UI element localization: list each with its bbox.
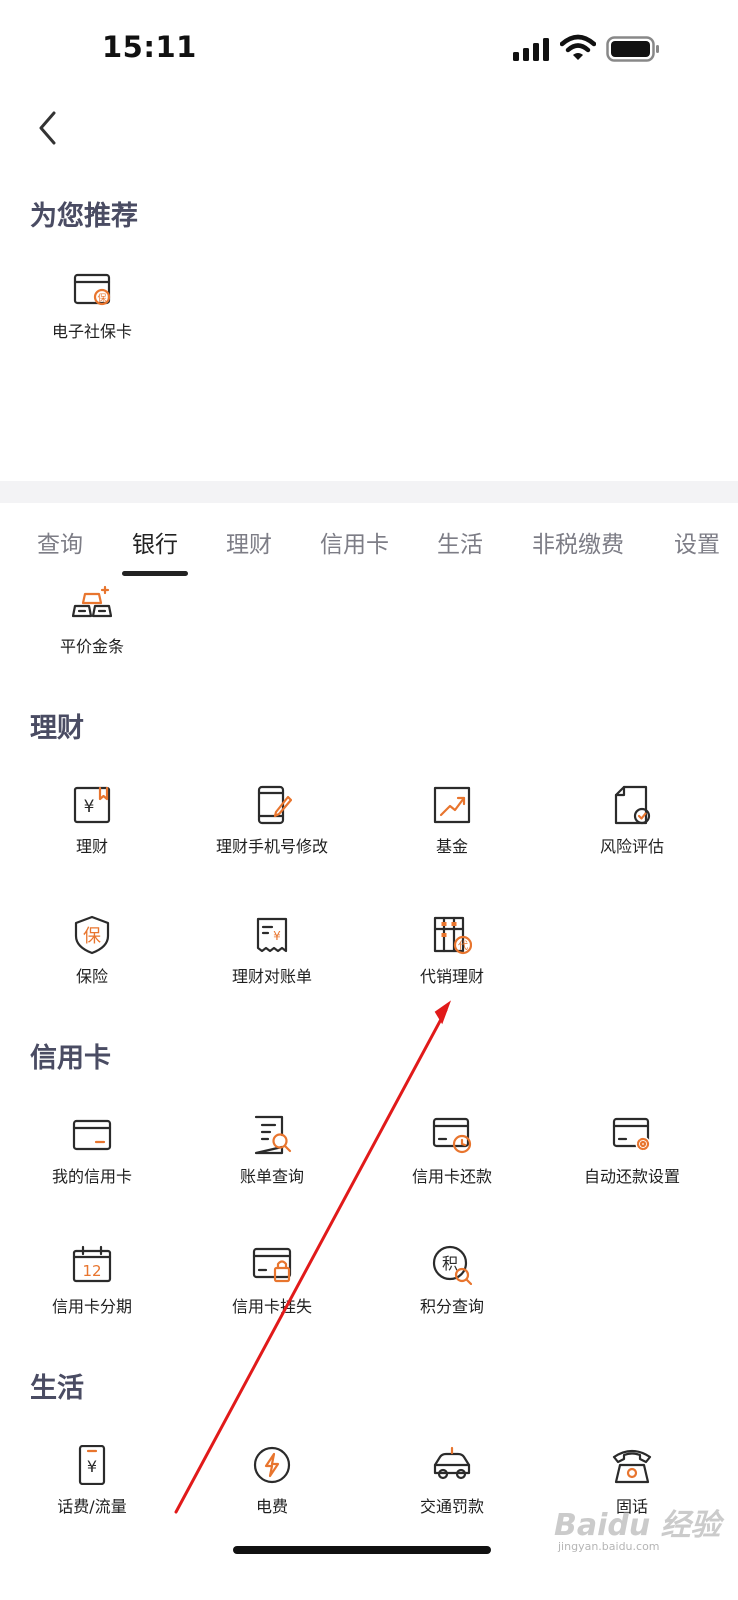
grid-item-label: 平价金条 bbox=[59, 637, 124, 656]
grid-item-label: 信用卡还款 bbox=[411, 1167, 492, 1186]
section-title-wealth: 理财 bbox=[30, 713, 84, 744]
battery-icon bbox=[606, 36, 659, 62]
grid-item-card-report-loss[interactable]: 信用卡挂失 bbox=[180, 1245, 364, 1355]
social-security-card-icon: 保 bbox=[73, 273, 111, 306]
tab-wealth[interactable]: 理财 bbox=[226, 525, 272, 559]
card-settings-icon bbox=[612, 1117, 651, 1152]
grid-item-label: 风险评估 bbox=[599, 837, 664, 856]
grid-item-phone-edit[interactable]: 理财手机号修改 bbox=[180, 785, 364, 895]
grid-item-label: 信用卡分期 bbox=[51, 1297, 132, 1316]
home-indicator[interactable] bbox=[233, 1546, 491, 1554]
grid-item-label: 理财对账单 bbox=[231, 967, 312, 986]
grid-item-label: 积分查询 bbox=[419, 1297, 484, 1316]
card-repay-icon bbox=[432, 1117, 472, 1154]
calendar-installment-icon: 12 bbox=[72, 1245, 112, 1283]
wifi-icon bbox=[560, 34, 596, 60]
grid-item-card-repayment[interactable]: 信用卡还款 bbox=[360, 1115, 544, 1225]
section-title-recommend: 为您推荐 bbox=[30, 201, 138, 232]
tab-settings[interactable]: 设置 bbox=[674, 525, 720, 559]
gold-bar-icon bbox=[72, 585, 112, 618]
points-search-icon: 积 bbox=[432, 1245, 472, 1285]
grid-item-insurance[interactable]: 保 保险 bbox=[0, 915, 184, 1025]
svg-text:保: 保 bbox=[83, 926, 101, 947]
grid-item-label: 账单查询 bbox=[239, 1167, 304, 1186]
svg-text:¥: ¥ bbox=[87, 1457, 97, 1476]
grid-item-bill-query[interactable]: 账单查询 bbox=[180, 1115, 364, 1225]
credit-card-icon bbox=[72, 1119, 112, 1151]
grid-item-label: 话费/流量 bbox=[57, 1497, 127, 1516]
grid-item-label: 电费 bbox=[255, 1497, 288, 1516]
active-tab-indicator bbox=[122, 571, 188, 576]
tab-query[interactable]: 查询 bbox=[37, 525, 83, 559]
grid-item-electricity[interactable]: 电费 bbox=[180, 1445, 364, 1555]
statement-receipt-icon: ¥ bbox=[256, 917, 288, 953]
grid-item-label: 电子社保卡 bbox=[51, 322, 132, 341]
grid-item-label: 信用卡挂失 bbox=[231, 1297, 312, 1316]
grid-item-card-installment[interactable]: 12 信用卡分期 bbox=[0, 1245, 184, 1355]
grid-item-traffic-fine[interactable]: 交通罚款 bbox=[360, 1445, 544, 1555]
grid-item-wealth[interactable]: ¥ 理财 bbox=[0, 785, 184, 895]
svg-text:积: 积 bbox=[442, 1254, 458, 1273]
svg-text:代: 代 bbox=[458, 940, 468, 952]
phone-edit-icon bbox=[257, 785, 292, 825]
grid-item-wealth-statement[interactable]: ¥ 理财对账单 bbox=[180, 915, 364, 1025]
electricity-icon bbox=[253, 1446, 291, 1484]
grid-item-label: 保险 bbox=[75, 967, 108, 986]
tab-credit-card[interactable]: 信用卡 bbox=[320, 525, 389, 559]
insurance-shield-icon: 保 bbox=[74, 915, 110, 955]
tab-life[interactable]: 生活 bbox=[437, 525, 483, 559]
grid-item-label: 理财手机号修改 bbox=[215, 837, 328, 856]
section-title-life: 生活 bbox=[30, 1373, 84, 1404]
svg-text:12: 12 bbox=[82, 1262, 101, 1280]
risk-assessment-icon bbox=[614, 785, 651, 825]
status-time: 15:11 bbox=[102, 30, 197, 64]
tab-bank[interactable]: 银行 bbox=[132, 525, 178, 559]
cellular-signal-icon bbox=[513, 38, 549, 61]
grid-item-label: 理财 bbox=[75, 837, 108, 856]
svg-text:保: 保 bbox=[97, 292, 106, 304]
grid-item-label: 代销理财 bbox=[419, 967, 484, 986]
grid-item-phone-bill[interactable]: ¥ 话费/流量 bbox=[0, 1445, 184, 1555]
grid-item-fund[interactable]: 基金 bbox=[360, 785, 544, 895]
grid-item-label: 交通罚款 bbox=[419, 1497, 484, 1516]
grid-item-social-security-card[interactable]: 保 电子社保卡 bbox=[0, 270, 184, 380]
fund-chart-icon bbox=[433, 786, 471, 824]
wealth-icon: ¥ bbox=[73, 786, 111, 824]
grid-item-my-credit-card[interactable]: 我的信用卡 bbox=[0, 1115, 184, 1225]
section-title-credit-card: 信用卡 bbox=[30, 1043, 111, 1074]
card-lock-icon bbox=[252, 1247, 292, 1283]
svg-text:¥: ¥ bbox=[84, 797, 95, 817]
grid-item-gold-bar[interactable]: 平价金条 bbox=[0, 585, 184, 695]
phone-bill-icon: ¥ bbox=[78, 1445, 106, 1485]
baidu-watermark: Baidu 经验 jingyan.baidu.com bbox=[554, 1508, 721, 1553]
grid-item-agency-wealth[interactable]: 代 代销理财 bbox=[360, 915, 544, 1025]
grid-item-points-query[interactable]: 积 积分查询 bbox=[360, 1245, 544, 1355]
section-divider bbox=[0, 481, 738, 503]
tab-non-tax-payment[interactable]: 非税缴费 bbox=[532, 525, 624, 559]
grid-item-risk-assessment[interactable]: 风险评估 bbox=[540, 785, 724, 895]
car-fine-icon bbox=[433, 1446, 471, 1480]
grid-item-label: 基金 bbox=[435, 837, 468, 856]
grid-item-label: 我的信用卡 bbox=[51, 1167, 132, 1186]
bill-search-icon bbox=[254, 1115, 292, 1155]
svg-text:¥: ¥ bbox=[273, 929, 281, 943]
back-button[interactable] bbox=[30, 108, 70, 148]
grid-item-label: 自动还款设置 bbox=[583, 1167, 680, 1186]
grid-item-auto-repay-settings[interactable]: 自动还款设置 bbox=[540, 1115, 724, 1225]
status-bar: 15:11 bbox=[0, 0, 738, 100]
landline-phone-icon bbox=[612, 1449, 652, 1484]
category-tab-bar: 查询 银行 理财 信用卡 生活 非税缴费 设置 bbox=[0, 503, 738, 579]
agency-abacus-icon: 代 bbox=[433, 916, 472, 955]
